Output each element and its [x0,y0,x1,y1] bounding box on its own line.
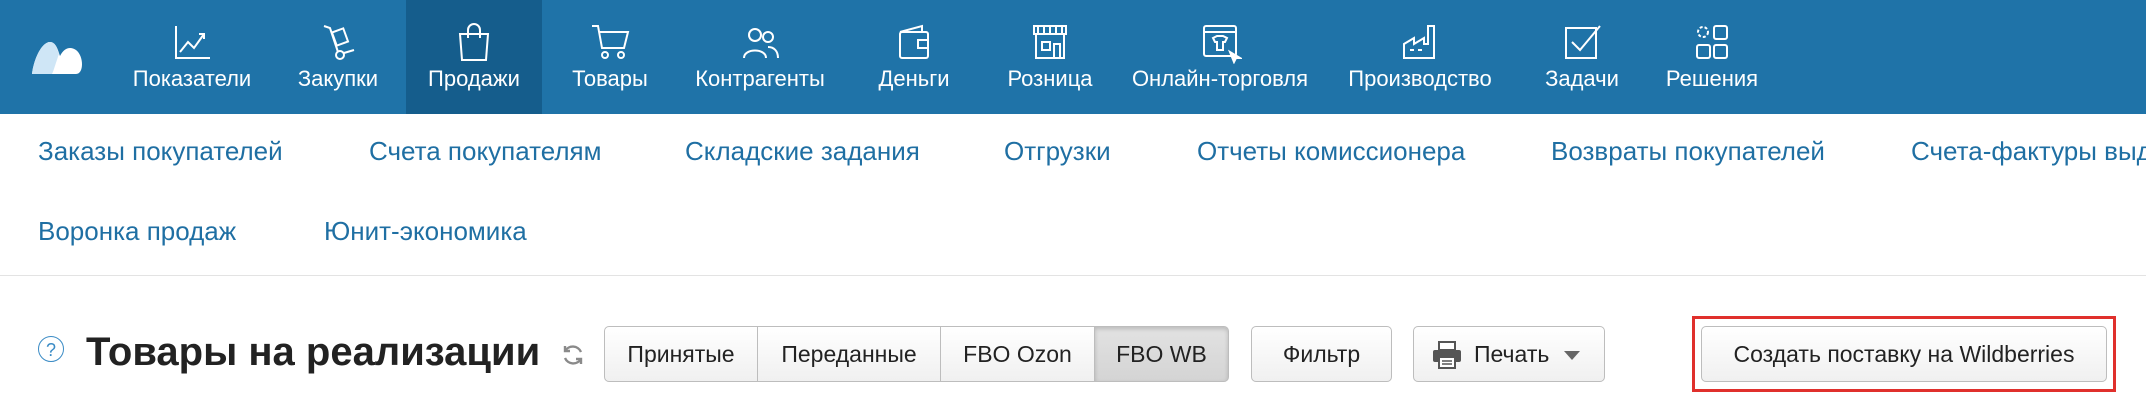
nav-item-retail[interactable]: Розница [992,0,1108,114]
nav-item-purchases[interactable]: Закупки [284,0,392,114]
shopping-bag-icon [458,23,490,61]
subnav-sales-funnel[interactable]: Воронка продаж [38,216,236,247]
wallet-icon [899,24,929,59]
divider [0,275,2146,276]
nav-item-tasks[interactable]: Задачи [1530,0,1634,114]
nav-item-money[interactable]: Деньги [864,0,964,114]
nav-item-label: Решения [1665,66,1759,91]
filter-tab-fbo-ozon[interactable]: FBO Ozon [940,326,1095,382]
nav-item-label: Закупки [297,66,379,91]
apps-icon [1696,25,1728,59]
subnav-unit-economics[interactable]: Юнит-экономика [324,216,527,247]
nav-item-label: Деньги [878,66,950,91]
nav-item-label: Производство [1348,66,1492,91]
nav-item-indicators[interactable]: Показатели [124,0,260,114]
subnav-customer-orders[interactable]: Заказы покупателей [38,136,283,167]
subnav-warehouse-tasks[interactable]: Складские задания [685,136,920,167]
filter-tab-fbo-wb[interactable]: FBO WB [1094,326,1229,382]
nav-item-label: Продажи [428,66,520,91]
nav-item-online-trade[interactable]: Онлайн-торговля [1128,0,1312,114]
checkbox-icon [1565,25,1601,59]
top-navigation-bar: Показатели Закупки Продажи Товары Контра… [0,0,2146,114]
moysklad-cloud-logo[interactable] [28,34,86,78]
page-title: Товары на реализации [86,330,541,374]
nav-item-goods[interactable]: Товары [560,0,660,114]
print-button[interactable]: Печать [1413,326,1605,382]
nav-item-label: Задачи [1545,66,1619,91]
filter-tab-accepted[interactable]: Принятые [604,326,758,382]
nav-item-solutions[interactable]: Решения [1656,0,1768,114]
hand-truck-icon [323,25,355,60]
refresh-icon[interactable] [560,342,586,368]
help-icon[interactable]: ? [38,336,64,362]
online-shop-icon [1203,25,1242,64]
print-button-label: Печать [1474,341,1550,367]
create-wildberries-supply-button[interactable]: Создать поставку на Wildberries [1701,326,2107,382]
store-icon [1033,25,1067,59]
subnav-shipments[interactable]: Отгрузки [1004,136,1111,167]
printer-icon [1433,341,1461,369]
subnav-invoices-issued[interactable]: Счета-фактуры выд [1911,136,2146,167]
subnav-commission-reports[interactable]: Отчеты комиссионера [1197,136,1465,167]
nav-item-sales[interactable]: Продажи [406,0,542,114]
nav-item-production[interactable]: Производство [1338,0,1502,114]
people-icon [743,28,779,59]
nav-item-counterparties[interactable]: Контрагенты [684,0,836,114]
subnav-customer-returns[interactable]: Возвраты покупателей [1551,136,1825,167]
subnav-customer-invoices[interactable]: Счета покупателям [369,136,601,167]
filter-button[interactable]: Фильтр [1251,326,1392,382]
nav-item-label: Контрагенты [695,66,825,91]
chart-line-icon [175,26,210,59]
nav-item-label: Онлайн-торговля [1131,66,1309,91]
nav-item-label: Показатели [132,66,252,91]
nav-item-label: Розница [1007,66,1093,91]
factory-icon [1403,25,1435,59]
cart-icon [592,25,630,59]
nav-item-label: Товары [572,66,648,91]
filter-tab-transferred[interactable]: Переданные [757,326,941,382]
chevron-down-icon [1564,351,1580,360]
